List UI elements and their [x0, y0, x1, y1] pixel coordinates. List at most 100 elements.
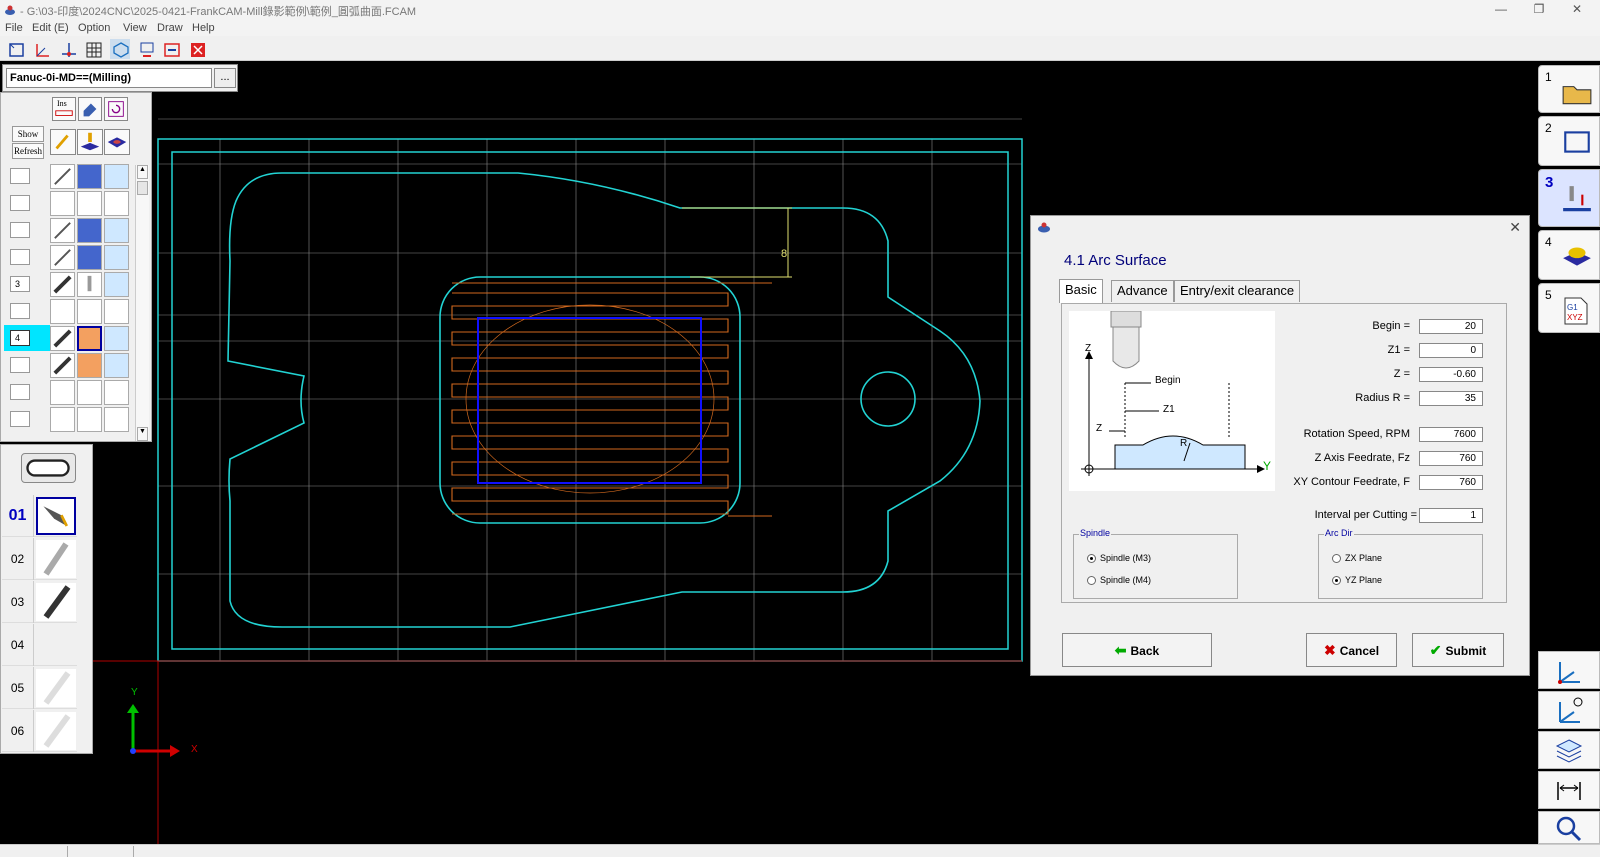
tool-number: 02: [2, 538, 34, 580]
menu-view[interactable]: View: [123, 20, 147, 36]
spindle-m4-radio[interactable]: Spindle (M4): [1087, 575, 1151, 586]
submit-label: Submit: [1445, 644, 1487, 658]
drill-tool-icon[interactable]: [50, 129, 76, 155]
operation-row[interactable]: [1, 244, 141, 270]
back-icon: ⬅: [1114, 642, 1127, 658]
tool-row-01[interactable]: 01: [2, 495, 77, 537]
menu-help[interactable]: Help: [192, 20, 215, 36]
operation-row[interactable]: [1, 406, 141, 432]
step-4-simulate[interactable]: 4: [1538, 230, 1600, 280]
z1-field[interactable]: 0: [1419, 343, 1483, 358]
tool-row-03[interactable]: 03: [2, 581, 77, 623]
close-window-button[interactable]: ✕: [1562, 1, 1592, 19]
maximize-button[interactable]: ❐: [1524, 1, 1554, 19]
step-1-open[interactable]: 1: [1538, 65, 1600, 113]
operation-row[interactable]: [1, 163, 141, 189]
tool-library-button[interactable]: [21, 453, 76, 483]
axis-rotate-icon[interactable]: [1538, 691, 1600, 729]
origin-icon[interactable]: [58, 39, 78, 59]
op-checkbox[interactable]: [10, 384, 30, 400]
machine-browse-button[interactable]: ...: [214, 68, 236, 88]
dimension-lines: [682, 207, 792, 278]
op-checkbox[interactable]: [10, 357, 30, 373]
tab-basic[interactable]: Basic: [1059, 279, 1103, 303]
op-checkbox[interactable]: [10, 195, 30, 211]
tool-row-06[interactable]: 06: [2, 710, 77, 752]
surface-tool-icon[interactable]: [104, 129, 130, 155]
operation-row[interactable]: [1, 190, 141, 216]
layers-icon[interactable]: [1538, 731, 1600, 769]
op-empty-cell: [104, 191, 129, 216]
op-empty-cell: [104, 407, 129, 432]
op-checkbox[interactable]: [10, 303, 30, 319]
rpm-field[interactable]: 7600: [1419, 427, 1483, 442]
radius-field[interactable]: 35: [1419, 391, 1483, 406]
submit-button[interactable]: ✔ Submit: [1412, 633, 1504, 667]
tap-icon: [36, 712, 76, 750]
op-checkbox[interactable]: 4: [10, 330, 30, 346]
zoom-search-icon[interactable]: [1538, 811, 1600, 844]
operation-row[interactable]: 3: [1, 271, 141, 297]
cancel-button[interactable]: ✖ Cancel: [1306, 633, 1397, 667]
op-checkbox[interactable]: 3: [10, 276, 30, 292]
menu-file[interactable]: File: [5, 20, 23, 36]
menu-option[interactable]: Option: [78, 20, 110, 36]
refresh-icon[interactable]: [104, 97, 128, 121]
op-checkbox[interactable]: [10, 168, 30, 184]
end-icon[interactable]: [136, 39, 156, 59]
operation-row-active[interactable]: 4: [1, 325, 141, 351]
op-checkbox[interactable]: [10, 222, 30, 238]
operation-row[interactable]: [1, 352, 141, 378]
step-5-gcode[interactable]: 5 G1 XYZ: [1538, 283, 1600, 333]
op-type-icon: [77, 353, 102, 378]
z1-label: Z1 =: [1387, 344, 1410, 356]
back-button[interactable]: ⬅ Back: [1062, 633, 1212, 667]
zoom-window-icon[interactable]: [6, 39, 26, 59]
fz-field[interactable]: 760: [1419, 451, 1483, 466]
menu-draw[interactable]: Draw: [157, 20, 183, 36]
zx-plane-label: ZX Plane: [1345, 553, 1383, 563]
simulate-icon[interactable]: [161, 39, 181, 59]
grid-lines: [158, 118, 1022, 661]
step-3-toolpath[interactable]: 3: [1538, 169, 1600, 227]
machine-field[interactable]: Fanuc-0i-MD==(Milling): [6, 68, 212, 88]
operation-row[interactable]: [1, 379, 141, 405]
axis-xz-icon[interactable]: [32, 39, 52, 59]
tab-advance[interactable]: Advance: [1111, 280, 1174, 302]
measure-icon[interactable]: [1538, 771, 1600, 809]
interval-label: Interval per Cutting =: [1314, 509, 1417, 521]
menu-edit[interactable]: Edit (E): [32, 20, 69, 36]
title-bar: - G:\03-印度\2024CNC\2025-0421-FrankCAM-Mi…: [0, 0, 1600, 20]
refresh-button[interactable]: Refresh: [12, 143, 44, 159]
grid-icon[interactable]: [83, 39, 103, 59]
op-checkbox[interactable]: [10, 249, 30, 265]
dialog-close-icon[interactable]: ✕: [1509, 219, 1521, 236]
eraser-icon[interactable]: [78, 97, 102, 121]
spindle-m3-radio[interactable]: Spindle (M3): [1087, 553, 1151, 564]
step-2-contour[interactable]: 2: [1538, 116, 1600, 166]
minimize-button[interactable]: —: [1486, 1, 1516, 19]
diagram-z-label: Z: [1096, 423, 1103, 434]
show-button[interactable]: Show: [12, 126, 44, 142]
z-field[interactable]: -0.60: [1419, 367, 1483, 382]
operation-row[interactable]: [1, 217, 141, 243]
f-field[interactable]: 760: [1419, 475, 1483, 490]
tab-entry-exit[interactable]: Entry/exit clearance: [1174, 280, 1301, 302]
tool-row-05[interactable]: 05: [2, 667, 77, 709]
tool-row-02[interactable]: 02: [2, 538, 77, 580]
begin-field[interactable]: 20: [1419, 319, 1483, 334]
cancel-icon: ✖: [1323, 642, 1336, 658]
zx-plane-radio[interactable]: ZX Plane: [1332, 553, 1383, 564]
op-tool-icon: [50, 164, 75, 189]
interval-field[interactable]: 1: [1419, 508, 1483, 523]
tool-row-04[interactable]: 04: [2, 624, 77, 666]
axis-view-icon[interactable]: [1538, 651, 1600, 689]
op-checkbox[interactable]: [10, 411, 30, 427]
yz-plane-radio[interactable]: YZ Plane: [1332, 575, 1382, 586]
3d-view-icon[interactable]: [110, 39, 130, 59]
fit-all-icon[interactable]: [187, 39, 207, 59]
operation-row[interactable]: [1, 298, 141, 324]
insert-icon: [55, 110, 73, 116]
mill-tool-icon[interactable]: [77, 129, 103, 155]
insert-button[interactable]: Ins: [52, 97, 76, 121]
